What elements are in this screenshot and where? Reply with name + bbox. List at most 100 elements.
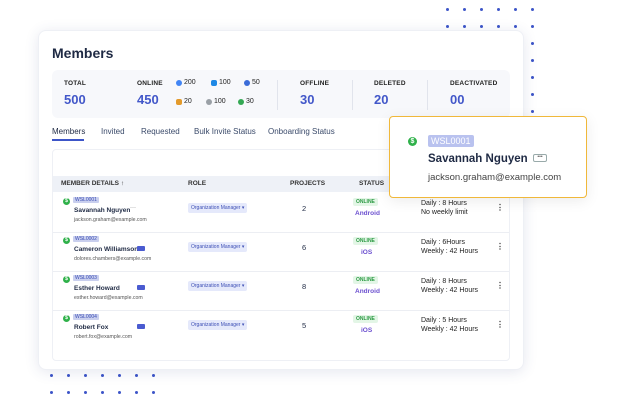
weekly-limit: Weekly : 42 Hours [421, 287, 479, 294]
decorative-dot [67, 374, 70, 377]
dollar-icon: $ [63, 315, 70, 322]
device-os: Android [355, 288, 380, 295]
decorative-dot [480, 8, 483, 11]
role-dropdown[interactable]: Organization Manager ▾ [188, 281, 248, 291]
stat-offline-value: 30 [300, 92, 315, 107]
member-name[interactable]: Robert Fox [74, 324, 108, 331]
stat-total-label: TOTAL [64, 80, 87, 87]
tab-members[interactable]: Members [52, 127, 85, 136]
member-name[interactable]: Savannah Nguyen [74, 207, 130, 214]
tab-bulk-invite-status[interactable]: Bulk Invite Status [194, 127, 256, 136]
decorative-dot [67, 391, 70, 394]
decorative-dot [50, 374, 53, 377]
tab-requested[interactable]: Requested [141, 127, 180, 136]
status-badge: ONLINE [353, 237, 378, 245]
decorative-dot [531, 110, 534, 113]
status-cell: ONLINE Android [353, 198, 383, 226]
column-role: ROLE [188, 180, 207, 187]
platform-linux-count: 20 [184, 98, 192, 105]
tab-invited[interactable]: Invited [101, 127, 125, 136]
table-row[interactable]: $ WSL0003 Esther Howard esther.howard@ex… [53, 273, 509, 311]
role-dropdown[interactable]: Organization Manager ▾ [188, 242, 248, 252]
platform-apple-count: 100 [214, 98, 226, 105]
page-title: Members [52, 45, 114, 61]
stat-deactivated-value: 00 [450, 92, 465, 107]
status-cell: ONLINE iOS [353, 237, 383, 265]
decorative-dot [514, 8, 517, 11]
column-member-details[interactable]: MEMBER DETAILS ↑ [61, 180, 124, 187]
member-email: dolores.chambers@example.com [74, 256, 152, 262]
dollar-icon: $ [408, 137, 417, 146]
decorative-dot [101, 374, 104, 377]
stat-deleted-value: 20 [374, 92, 389, 107]
member-tag-icon[interactable] [137, 324, 145, 329]
decorative-dot [101, 391, 104, 394]
member-email: esther.howard@example.com [74, 295, 143, 301]
decorative-dot [50, 391, 53, 394]
tab-onboarding-status[interactable]: Onboarding Status [268, 127, 335, 136]
android-icon [238, 98, 244, 105]
stat-online-value: 450 [137, 92, 159, 107]
member-email: jackson.graham@example.com [74, 217, 147, 223]
member-tag-icon[interactable] [137, 246, 145, 251]
table-row[interactable]: $ WSL0002 Cameron Williamson dolores.cha… [53, 234, 509, 272]
decorative-dot [446, 25, 449, 28]
member-code: WSL0002 [73, 236, 99, 242]
apple-icon [206, 98, 212, 105]
platform-android-count: 30 [246, 98, 254, 105]
decorative-dot [446, 8, 449, 11]
more-badge[interactable]: ··· [130, 205, 136, 211]
row-menu-icon[interactable]: ⋮ [496, 242, 504, 251]
decorative-dot [152, 391, 155, 394]
column-projects: PROJECTS [290, 180, 326, 187]
decorative-dot [84, 374, 87, 377]
row-menu-icon[interactable]: ⋮ [496, 203, 504, 212]
weekly-limit: Weekly : 42 Hours [421, 326, 479, 333]
decorative-dot [118, 391, 121, 394]
member-name[interactable]: Cameron Williamson [74, 246, 138, 253]
platform-ubuntu-count: 50 [252, 79, 260, 86]
role-dropdown[interactable]: Organization Manager ▾ [188, 203, 248, 213]
platform-windows: 100 [211, 79, 231, 86]
member-email: robert.fox@example.com [74, 334, 133, 340]
stat-deleted-label: DELETED [374, 80, 406, 87]
table-row[interactable]: $ WSL0004 Robert Fox robert.fox@example.… [53, 312, 509, 350]
decorative-dot [514, 25, 517, 28]
decorative-dot [135, 391, 138, 394]
member-name[interactable]: Esther Howard [74, 285, 120, 292]
role-dropdown[interactable]: Organization Manager ▾ [188, 320, 248, 330]
decorative-dot [531, 59, 534, 62]
row-menu-icon[interactable]: ⋮ [496, 281, 504, 290]
popup-member-name: Savannah Nguyen [428, 153, 528, 165]
hours-limit: Daily : 8 Hours Weekly : 42 Hours [421, 277, 478, 295]
platform-chrome: 200 [176, 79, 196, 86]
member-tag-icon[interactable] [137, 285, 145, 290]
platform-windows-count: 100 [219, 79, 231, 86]
decorative-dot [480, 25, 483, 28]
weekly-limit: Weekly : 42 Hours [421, 248, 479, 255]
decorative-dot [463, 25, 466, 28]
decorative-dot [84, 391, 87, 394]
dollar-icon: $ [63, 276, 70, 283]
dollar-icon: $ [63, 198, 70, 205]
member-detail-popup: $ WSL0001 Savannah Nguyen ••• jackson.gr… [389, 116, 587, 198]
device-os: iOS [361, 327, 373, 334]
decorative-dot [531, 93, 534, 96]
stat-deactivated-label: DEACTIVATED [450, 80, 498, 87]
member-code: WSL0003 [73, 275, 99, 281]
popup-more-badge[interactable]: ••• [533, 154, 547, 162]
weekly-limit: No weekly limit [421, 209, 468, 216]
decorative-dot [135, 374, 138, 377]
decorative-dot [531, 8, 534, 11]
popup-member-code: WSL0001 [428, 135, 474, 147]
dollar-icon: $ [63, 237, 70, 244]
platform-ubuntu: 50 [244, 79, 260, 86]
platform-apple: 100 [206, 98, 226, 105]
stats-bar: TOTAL 500 ONLINE 450 200 100 50 20 100 3… [52, 70, 510, 118]
row-menu-icon[interactable]: ⋮ [496, 320, 504, 329]
stat-divider [277, 80, 278, 110]
table-row[interactable]: $ WSL0001 Savannah Nguyen ··· jackson.gr… [53, 195, 509, 233]
hours-limit: Daily : 8 Hours No weekly limit [421, 199, 468, 217]
stat-online-label: ONLINE [137, 80, 163, 87]
members-card: Members TOTAL 500 ONLINE 450 200 100 50 … [38, 30, 524, 370]
